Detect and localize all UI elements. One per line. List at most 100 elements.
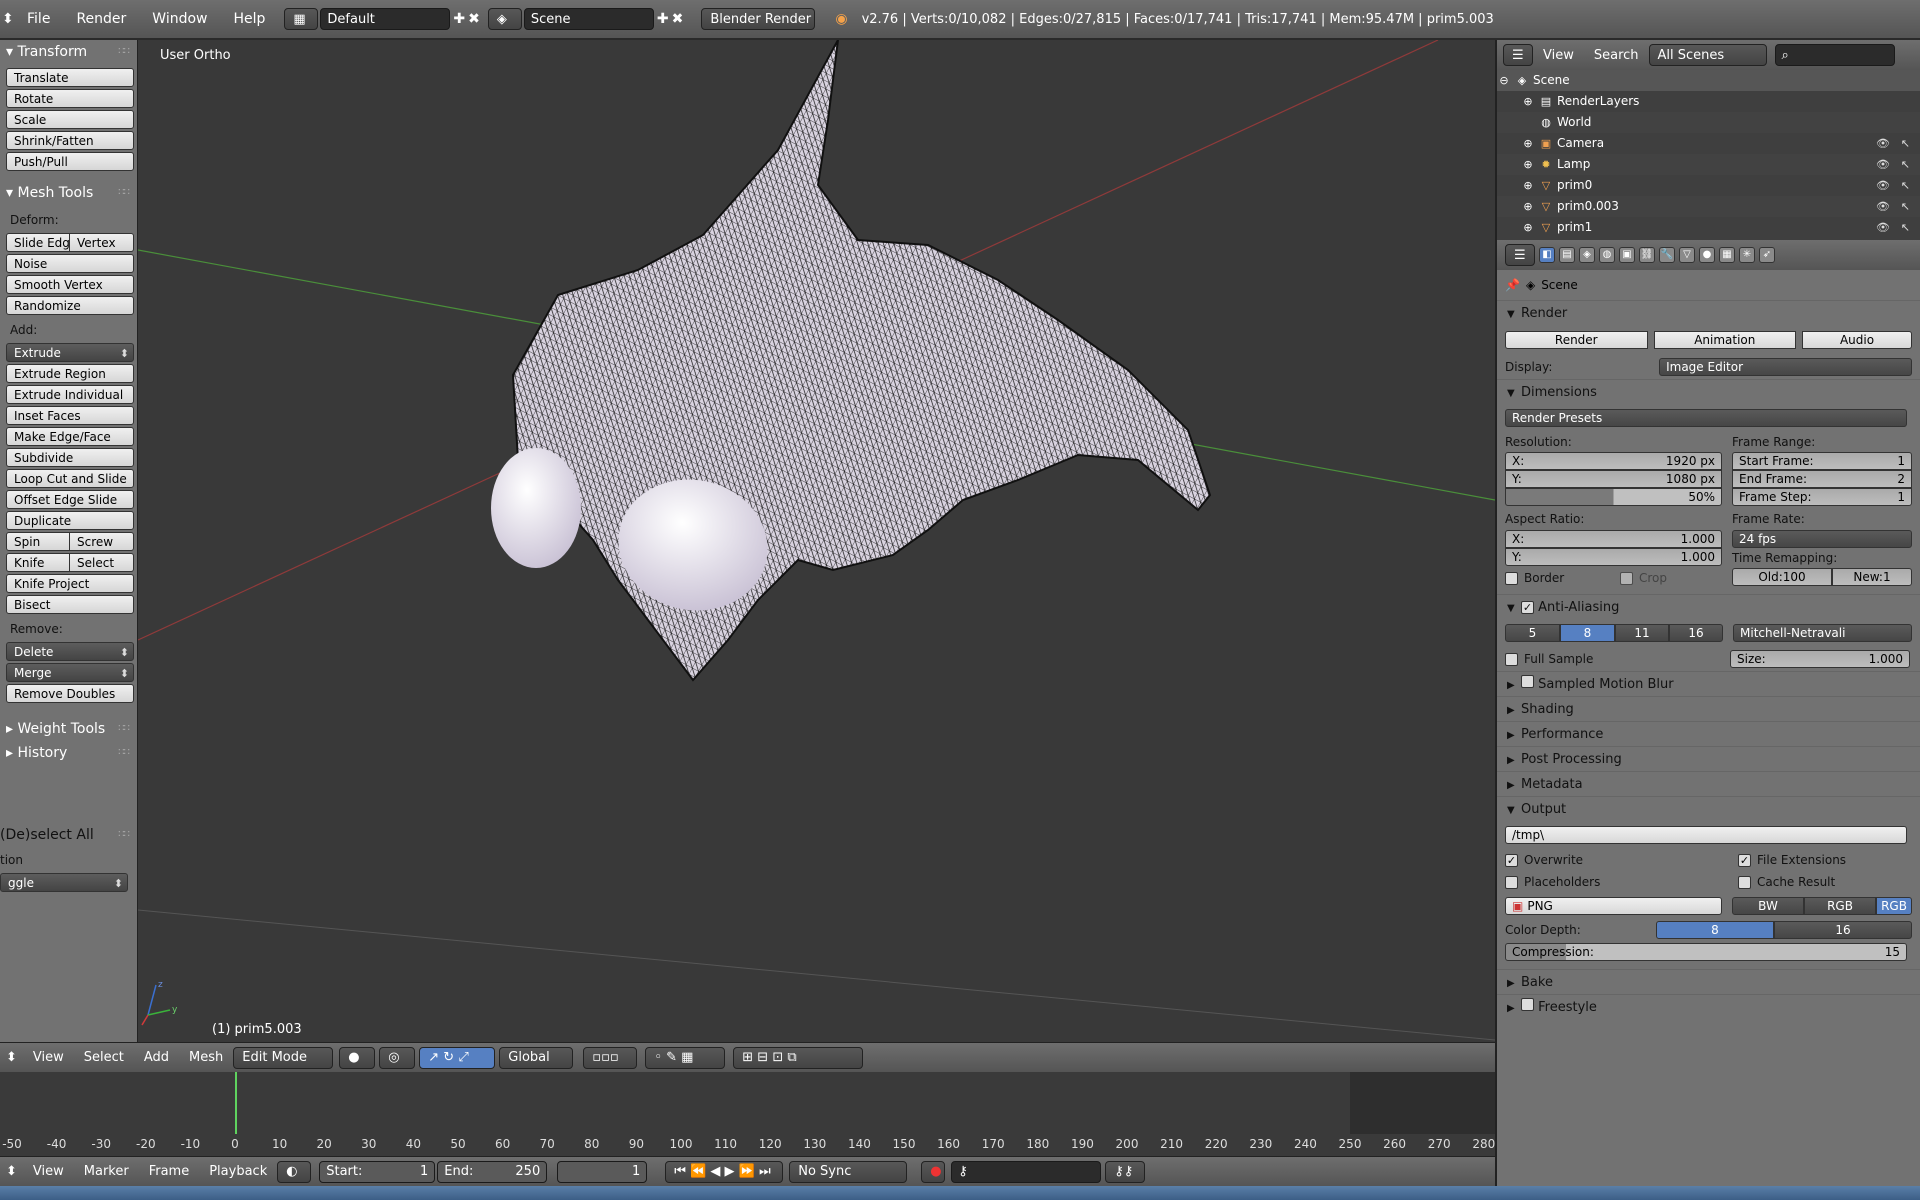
slide-edge-button[interactable]: Slide Edge	[6, 233, 70, 252]
display-mode-select[interactable]: All Scenes	[1648, 44, 1767, 66]
snap-icons[interactable]: ⊞ ⊟ ⊡ ⧉	[733, 1046, 864, 1069]
render-tab-icon[interactable]: ◧	[1539, 247, 1555, 263]
dimensions-panel-header[interactable]: ▼ Dimensions	[1497, 379, 1920, 404]
aspect-y-field[interactable]: Y: 1.000	[1505, 548, 1722, 566]
outliner-row-prim1[interactable]: ⊕ ▽ prim1 👁 ↖	[1497, 217, 1920, 238]
cursor-icon[interactable]: ↖	[1901, 196, 1910, 217]
aa-filter-select[interactable]: Mitchell-Netravali	[1733, 624, 1912, 642]
mode-select[interactable]: Edit Mode	[233, 1046, 334, 1069]
motion-blur-checkbox[interactable]	[1521, 675, 1534, 688]
material-tab-icon[interactable]: ●	[1699, 247, 1715, 263]
randomize-button[interactable]: Randomize	[6, 296, 134, 315]
loop-cut-button[interactable]: Loop Cut and Slide	[6, 469, 134, 488]
expand-icon[interactable]: ⊖	[1497, 70, 1511, 91]
file-extensions-checkbox[interactable]: ✓	[1738, 853, 1751, 867]
operator-action-dropdown[interactable]: ggle	[0, 873, 128, 892]
aa-size-field[interactable]: Size: 1.000	[1730, 650, 1910, 668]
editor-type-icon[interactable]: ☰	[1505, 244, 1535, 266]
3d-viewport[interactable]: z y User Ortho (1) prim5.003	[138, 40, 1495, 1042]
eye-icon[interactable]: 👁	[1876, 196, 1890, 217]
panel-transform-header[interactable]: ▾ Transform ∷∷	[0, 40, 137, 64]
compression-slider[interactable]: Compression: 15	[1505, 943, 1907, 961]
start-frame-field[interactable]: Start: 1	[319, 1160, 436, 1183]
grip-icon[interactable]: ∷∷	[118, 40, 130, 64]
menu-window[interactable]: Window	[139, 11, 220, 27]
res-x-field[interactable]: X: 1920 px	[1505, 452, 1722, 470]
extrude-region-button[interactable]: Extrude Region	[6, 364, 134, 383]
full-sample-checkbox[interactable]	[1505, 652, 1518, 666]
push-pull-button[interactable]: Push/Pull	[6, 152, 134, 171]
render-button[interactable]: Render	[1505, 331, 1648, 349]
bisect-button[interactable]: Bisect	[6, 595, 134, 614]
record-button[interactable]: ●	[921, 1160, 946, 1183]
screw-button[interactable]: Screw	[70, 532, 134, 551]
outliner-row-world[interactable]: ◍ World	[1497, 112, 1920, 133]
outliner-search-input[interactable]: ⌕	[1774, 44, 1895, 66]
menu-marker[interactable]: Marker	[74, 1164, 139, 1179]
eye-icon[interactable]: 👁	[1876, 217, 1890, 238]
editor-type-icon[interactable]: ☰	[1503, 44, 1533, 66]
end-frame-field[interactable]: End Frame: 2	[1732, 470, 1912, 488]
border-checkbox[interactable]	[1505, 571, 1518, 585]
sync-select[interactable]: No Sync	[789, 1160, 908, 1183]
preview-range-toggle[interactable]: ◐	[277, 1160, 312, 1183]
shrink-fatten-button[interactable]: Shrink/Fatten	[6, 131, 134, 150]
translate-button[interactable]: Translate	[6, 68, 134, 87]
eye-icon[interactable]: 👁	[1876, 175, 1890, 196]
frame-rate-select[interactable]: 24 fps	[1732, 530, 1912, 548]
offset-edge-button[interactable]: Offset Edge Slide	[6, 490, 134, 509]
new-field[interactable]: New: 1	[1832, 568, 1912, 586]
expand-icon[interactable]: ⊕	[1521, 196, 1535, 217]
extrude-dropdown[interactable]: Extrude	[6, 343, 134, 362]
keyframe-icons[interactable]: ⚷⚷	[1105, 1160, 1146, 1183]
particles-tab-icon[interactable]: ✳	[1739, 247, 1755, 263]
expand-icon[interactable]: ⊕	[1521, 217, 1535, 238]
color-rgb[interactable]: RGB	[1804, 897, 1876, 915]
display-select[interactable]: Image Editor	[1659, 358, 1912, 376]
expand-icon[interactable]: ⊕	[1521, 175, 1535, 196]
layout-remove-icon[interactable]: ✖	[468, 11, 480, 27]
vertex-slide-button[interactable]: Vertex	[70, 233, 134, 252]
motion-blur-panel-header[interactable]: ▶ Sampled Motion Blur	[1497, 671, 1920, 696]
layers-tab-icon[interactable]: ▤	[1559, 247, 1575, 263]
placeholders-checkbox[interactable]	[1505, 875, 1518, 889]
cursor-icon[interactable]: ↖	[1901, 217, 1910, 238]
frame-step-field[interactable]: Frame Step: 1	[1732, 488, 1912, 506]
cursor-icon[interactable]: ↖	[1901, 133, 1910, 154]
pin-icon[interactable]: 📌	[1505, 278, 1520, 292]
depth-8[interactable]: 8	[1656, 921, 1774, 939]
make-edge-face-button[interactable]: Make Edge/Face	[6, 427, 134, 446]
knife-project-button[interactable]: Knife Project	[6, 574, 134, 593]
menu-view[interactable]: View	[23, 1050, 74, 1065]
outliner-row-prim0003[interactable]: ⊕ ▽ prim0.003 👁 ↖	[1497, 196, 1920, 217]
timeline[interactable]: -50 -40 -30 -20 -10 0 10 20 30 40 50 60 70 80 90 100 110…	[0, 1072, 1495, 1156]
menu-help[interactable]: Help	[220, 11, 278, 27]
aa-sample-5[interactable]: 5	[1505, 624, 1560, 642]
metadata-panel-header[interactable]: ▶ Metadata	[1497, 771, 1920, 796]
shading-select[interactable]: ●	[339, 1046, 376, 1069]
physics-tab-icon[interactable]: ➶	[1759, 247, 1775, 263]
scene-selector[interactable]: ◈	[487, 8, 522, 30]
performance-panel-header[interactable]: ▶ Performance	[1497, 721, 1920, 746]
render-engine-select[interactable]: Blender Render	[701, 8, 816, 30]
layout-selector[interactable]: ▦	[284, 8, 319, 30]
start-frame-field[interactable]: Start Frame: 1	[1732, 452, 1912, 470]
color-rgba[interactable]: RGB	[1876, 897, 1912, 915]
audio-button[interactable]: Audio	[1802, 331, 1912, 349]
res-percentage-slider[interactable]: 50%	[1505, 488, 1722, 506]
aa-sample-16[interactable]: 16	[1669, 624, 1723, 642]
noise-button[interactable]: Noise	[6, 254, 134, 273]
smooth-vertex-button[interactable]: Smooth Vertex	[6, 275, 134, 294]
output-path-input[interactable]: /tmp\	[1505, 826, 1907, 844]
duplicate-button[interactable]: Duplicate	[6, 511, 134, 530]
res-y-field[interactable]: Y: 1080 px	[1505, 470, 1722, 488]
world-tab-icon[interactable]: ◍	[1599, 247, 1615, 263]
antialiasing-checkbox[interactable]: ✓	[1521, 601, 1534, 614]
shading-panel-header[interactable]: ▶ Shading	[1497, 696, 1920, 721]
expand-icon[interactable]: ⊕	[1521, 91, 1535, 112]
outliner-row-prim0[interactable]: ⊕ ▽ prim0 👁 ↖	[1497, 175, 1920, 196]
scale-button[interactable]: Scale	[6, 110, 134, 129]
cursor-icon[interactable]: ↖	[1901, 175, 1910, 196]
old-field[interactable]: Old: 100	[1732, 568, 1832, 586]
cursor-icon[interactable]: ↖	[1901, 154, 1910, 175]
